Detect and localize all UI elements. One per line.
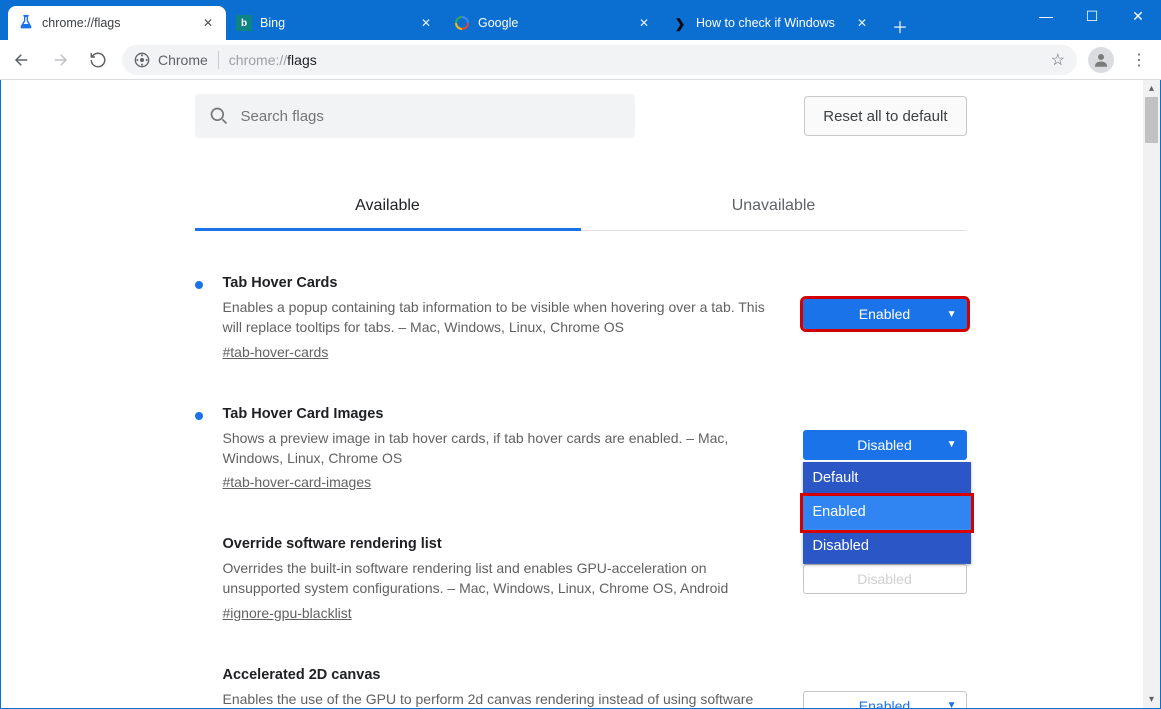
- close-icon[interactable]: ✕: [854, 15, 870, 31]
- back-button[interactable]: [8, 46, 36, 74]
- search-input[interactable]: Search flags: [195, 94, 635, 138]
- close-icon[interactable]: ✕: [200, 15, 216, 31]
- flag-select[interactable]: Disabled ▼: [803, 430, 967, 460]
- dropdown-option[interactable]: Enabled: [803, 496, 971, 530]
- reset-button[interactable]: Reset all to default: [804, 96, 966, 136]
- new-tab-button[interactable]: ＋: [886, 12, 914, 40]
- flag-hash-link[interactable]: #tab-hover-cards: [223, 344, 329, 360]
- chevron-down-icon: ▼: [947, 700, 957, 709]
- tab-title: Bing: [260, 16, 418, 30]
- bing-icon: b: [236, 15, 252, 31]
- flag-description: Enables the use of the GPU to perform 2d…: [223, 689, 783, 709]
- address-bar[interactable]: Chrome chrome://flags ☆: [122, 45, 1077, 75]
- window-maximize[interactable]: ☐: [1069, 0, 1115, 32]
- select-dropdown: Default Enabled Disabled: [803, 462, 971, 564]
- close-icon[interactable]: ✕: [418, 15, 434, 31]
- flag-title: Accelerated 2D canvas: [223, 667, 783, 683]
- tab-title: chrome://flags: [42, 16, 200, 30]
- reload-button[interactable]: [84, 46, 112, 74]
- chevron-down-icon: ▼: [947, 309, 957, 320]
- window-close[interactable]: ✕: [1115, 0, 1161, 32]
- google-icon: [454, 15, 470, 31]
- site-info-icon[interactable]: Chrome: [134, 52, 208, 68]
- close-icon[interactable]: ✕: [636, 15, 652, 31]
- browser-tab[interactable]: ❯ How to check if Windows ✕: [662, 6, 880, 40]
- changed-dot-icon: [195, 281, 203, 289]
- flag-select[interactable]: Enabled ▼: [803, 691, 967, 709]
- changed-dot-icon: [195, 412, 203, 420]
- flag-row: Accelerated 2D canvas Enables the use of…: [195, 667, 967, 709]
- flags-page: Search flags Reset all to default Availa…: [195, 80, 967, 709]
- menu-button[interactable]: ⋮: [1125, 46, 1153, 74]
- changed-dot-icon: [195, 542, 203, 550]
- search-icon: [209, 106, 229, 126]
- flask-icon: [18, 15, 34, 31]
- vertical-scrollbar[interactable]: ▴ ▾: [1143, 80, 1160, 708]
- scroll-thumb[interactable]: [1145, 97, 1158, 143]
- flag-select[interactable]: Enabled ▼: [803, 299, 967, 329]
- avatar-icon: [1088, 47, 1114, 73]
- browser-tab[interactable]: Google ✕: [444, 6, 662, 40]
- scroll-up-icon[interactable]: ▴: [1143, 80, 1160, 97]
- flag-row: Tab Hover Card Images Shows a preview im…: [195, 406, 967, 493]
- browser-tab[interactable]: b Bing ✕: [226, 6, 444, 40]
- flag-title: Tab Hover Card Images: [223, 406, 783, 422]
- profile-button[interactable]: [1087, 46, 1115, 74]
- tab-title: Google: [478, 16, 636, 30]
- chevron-down-icon: ▼: [947, 439, 957, 450]
- flag-description: Shows a preview image in tab hover cards…: [223, 428, 783, 469]
- tab-strip: chrome://flags ✕ b Bing ✕ Google ✕ ❯ How…: [0, 0, 1161, 40]
- page-tabs: Available Unavailable: [195, 182, 967, 231]
- dropdown-option[interactable]: Disabled: [803, 530, 971, 564]
- window-minimize[interactable]: ―: [1023, 0, 1069, 32]
- tab-available[interactable]: Available: [195, 182, 581, 230]
- flag-hash-link[interactable]: #tab-hover-card-images: [223, 474, 372, 490]
- tab-unavailable[interactable]: Unavailable: [581, 182, 967, 230]
- scroll-down-icon[interactable]: ▾: [1143, 691, 1160, 708]
- flag-description: Enables a popup containing tab informati…: [223, 297, 783, 338]
- browser-tab[interactable]: chrome://flags ✕: [8, 6, 226, 40]
- dropdown-option[interactable]: Default: [803, 462, 971, 496]
- flag-row: Tab Hover Cards Enables a popup containi…: [195, 275, 967, 362]
- chevrons-icon: ❯: [672, 15, 688, 31]
- tab-title: How to check if Windows: [696, 16, 854, 30]
- toolbar: Chrome chrome://flags ☆ ⋮: [0, 40, 1161, 80]
- flag-title: Tab Hover Cards: [223, 275, 783, 291]
- secure-label: Chrome: [158, 52, 208, 68]
- flag-description: Overrides the built-in software renderin…: [223, 558, 783, 599]
- divider: [218, 51, 219, 69]
- url-text: chrome://flags: [229, 52, 317, 68]
- changed-dot-icon: [195, 673, 203, 681]
- flag-hash-link[interactable]: #ignore-gpu-blacklist: [223, 605, 352, 621]
- flag-title: Override software rendering list: [223, 536, 783, 552]
- forward-button[interactable]: [46, 46, 74, 74]
- bookmark-icon[interactable]: ☆: [1051, 50, 1065, 70]
- page-viewport: ▴ ▾ Search flags Reset all to default Av…: [0, 80, 1161, 709]
- search-placeholder: Search flags: [241, 108, 324, 125]
